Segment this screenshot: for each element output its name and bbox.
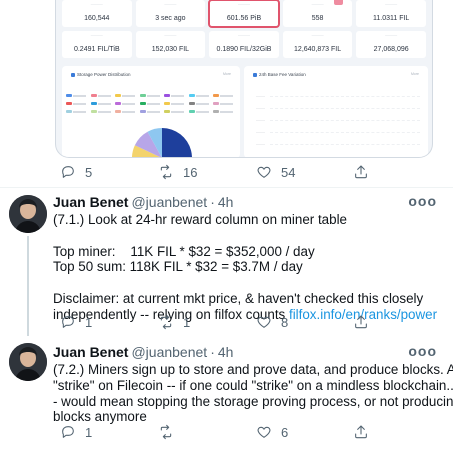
tweet-actions: 5 16 54: [60, 164, 440, 182]
retweet-button[interactable]: [158, 424, 183, 440]
tweet-actions: 1 6: [60, 424, 440, 442]
reply-button[interactable]: 1: [60, 424, 92, 440]
retweet-button[interactable]: 16: [158, 164, 197, 180]
heart-icon: [257, 166, 271, 178]
tweet-header: Juan Benet @juanbenet · 4h: [53, 194, 233, 210]
share-icon: [355, 425, 367, 439]
stat-value: 601.56 PiB: [226, 15, 262, 22]
retweet-button[interactable]: 1: [158, 314, 190, 330]
like-button[interactable]: 54: [256, 164, 295, 180]
share-button[interactable]: [353, 164, 369, 180]
reply-button[interactable]: 1: [60, 314, 92, 330]
timestamp[interactable]: 4h: [218, 344, 234, 360]
more-options-button[interactable]: ooo: [408, 343, 437, 359]
pie-slice: [162, 128, 192, 157]
stat-card-highlighted: ———— 601.56 PiB: [208, 0, 280, 28]
display-name[interactable]: Juan Benet: [53, 194, 128, 210]
base-fee-panel: 24h Base Fee Variation More ——— ——— ——— …: [244, 66, 428, 157]
share-icon: [355, 165, 367, 179]
retweet-icon: [160, 424, 172, 440]
share-button[interactable]: [353, 314, 369, 330]
separator-dot: ·: [210, 344, 215, 360]
profile-photo: [9, 195, 47, 233]
stat-card: ———— 12,640,873 FIL: [282, 31, 353, 58]
profile-photo: [9, 343, 47, 381]
storage-power-panel: Storage Power Distribution More: [62, 66, 240, 157]
avatar[interactable]: [9, 195, 47, 233]
more-link[interactable]: More: [411, 72, 419, 76]
share-icon: [355, 315, 367, 329]
tweet[interactable]: Juan Benet @juanbenet · 4h ooo (7.1.) Look …: [0, 188, 453, 338]
embedded-dashboard-image[interactable]: ———— 160,544 ———— 3 sec ago ———— 601.56 PiB…: [55, 0, 433, 158]
stat-value: 11.0311 FIL: [373, 15, 410, 22]
timestamp[interactable]: 4h: [218, 194, 234, 210]
more-options-button[interactable]: ooo: [408, 193, 437, 209]
stat-value: 558: [311, 15, 324, 22]
heart-icon: [257, 316, 271, 328]
stat-card: ———— 0.2491 FIL/TiB: [62, 31, 132, 58]
reply-icon: [62, 316, 74, 328]
heart-icon: [257, 426, 271, 438]
panel-dot-icon: [253, 72, 257, 77]
stat-value: 160,544: [84, 15, 110, 22]
tweet-text: (7.1.) Look at 24-hr reward column on mi…: [53, 212, 438, 322]
tweet[interactable]: Juan Benet @juanbenet · 4h ooo (7.2.) Miner…: [0, 338, 453, 453]
share-button[interactable]: [353, 424, 369, 440]
tweet-text: (7.2.) Miners sign up to store and prove…: [53, 362, 453, 425]
stat-card: ———— 0.1890 FIL/32GiB: [209, 31, 279, 58]
like-button[interactable]: 8: [256, 314, 288, 330]
stat-value: 0.2491 FIL/TiB: [73, 46, 120, 53]
reply-button[interactable]: 5: [60, 164, 92, 180]
tweet-header: Juan Benet @juanbenet · 4h: [53, 344, 233, 360]
tweet-actions: 1 1 8: [60, 314, 440, 332]
separator-dot: ·: [210, 194, 215, 210]
display-name[interactable]: Juan Benet: [53, 344, 128, 360]
retweet-icon: [160, 314, 172, 330]
stat-card: ———— 27,068,096: [356, 31, 426, 58]
stat-value: 27,068,096: [373, 46, 409, 53]
stat-card: ———— 152,030 FIL: [135, 31, 206, 58]
avatar[interactable]: [9, 343, 47, 381]
user-handle[interactable]: @juanbenet: [131, 344, 207, 360]
panel-title: 24h Base Fee Variation: [253, 72, 306, 77]
highlight-tab: [334, 0, 343, 5]
reply-icon: [62, 166, 74, 178]
stat-card: ———— 160,544: [62, 0, 132, 27]
thread-line: [27, 236, 29, 336]
stats-row-1: ———— 160,544 ———— 3 sec ago ———— 601.56 PiB…: [62, 0, 426, 28]
stat-value: 12,640,873 FIL: [294, 46, 342, 53]
reply-icon: [62, 426, 74, 438]
stat-value: 3 sec ago: [155, 15, 186, 22]
retweet-icon: [160, 164, 172, 180]
user-handle[interactable]: @juanbenet: [131, 194, 207, 210]
stat-card: ———— 3 sec ago: [135, 0, 206, 27]
stat-card: ———— 11.0311 FIL: [356, 0, 426, 27]
like-button[interactable]: 6: [256, 424, 288, 440]
storage-power-pie-chart: [132, 128, 192, 157]
stat-value: 152,030 FIL: [151, 46, 190, 53]
stat-value: 0.1890 FIL/32GiB: [216, 46, 272, 53]
stats-row-2: ———— 0.2491 FIL/TiB ———— 152,030 FIL ———— 0…: [62, 31, 426, 58]
